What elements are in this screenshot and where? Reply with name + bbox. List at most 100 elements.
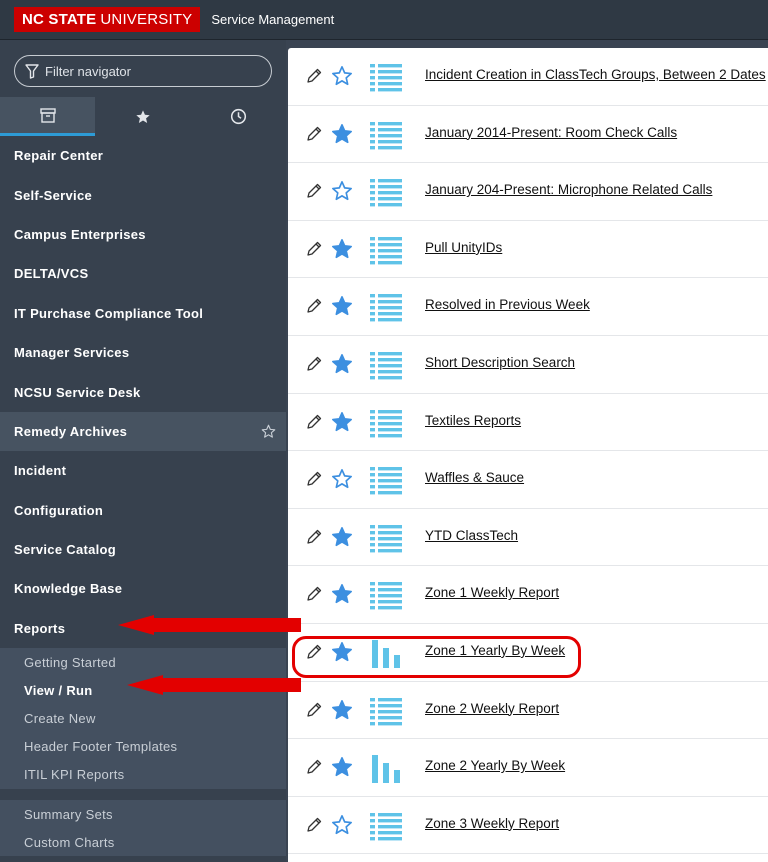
report-link[interactable]: January 204-Present: Microphone Related … [425, 182, 712, 197]
sub-item-header-footer-templates[interactable]: Header Footer Templates [0, 733, 286, 761]
nav-item-service-catalog[interactable]: Service Catalog [0, 530, 286, 569]
star-filled-icon[interactable] [331, 411, 353, 433]
logo-text: UNIVERSITY [100, 11, 193, 28]
star-filled-icon[interactable] [331, 641, 353, 663]
report-link[interactable]: January 2014-Present: Room Check Calls [425, 125, 677, 140]
nav-item-campus-enterprises[interactable]: Campus Enterprises [0, 215, 286, 254]
nav-item-delta-vcs[interactable]: DELTA/VCS [0, 254, 286, 293]
bar-chart-icon [372, 755, 400, 784]
tab-favorites[interactable] [95, 97, 190, 136]
filter-input[interactable] [45, 63, 265, 79]
nav-item-remedy-archives[interactable]: Remedy Archives [0, 411, 286, 452]
edit-pencil-icon[interactable] [306, 356, 322, 372]
sub-item-itil-kpi-reports[interactable]: ITIL KPI Reports [0, 761, 286, 789]
report-link[interactable]: Resolved in Previous Week [425, 297, 590, 312]
report-link[interactable]: Zone 2 Yearly By Week [425, 758, 565, 773]
star-outline-icon[interactable] [331, 468, 353, 490]
edit-pencil-icon[interactable] [306, 298, 322, 314]
app-title: Service Management [211, 12, 335, 27]
star-filled-icon[interactable] [331, 123, 353, 145]
star-filled-icon[interactable] [331, 583, 353, 605]
report-list-pane: Incident Creation in ClassTech Groups, B… [286, 40, 768, 862]
nav-item-label: IT Purchase Compliance Tool [14, 305, 204, 321]
filter-navigator[interactable] [14, 55, 272, 87]
report-row: Zone 2 Weekly Report [288, 682, 768, 740]
nav-item-configuration[interactable]: Configuration [0, 491, 286, 530]
star-filled-icon[interactable] [331, 526, 353, 548]
edit-pencil-icon[interactable] [306, 414, 322, 430]
nav-item-ncsu-service-desk[interactable]: NCSU Service Desk [0, 372, 286, 411]
nav-item-label: Incident [14, 463, 67, 479]
nav-item-label: Repair Center [14, 148, 104, 164]
report-link[interactable]: Pull UnityIDs [425, 240, 502, 255]
report-row: Incident Creation in ClassTech Groups, B… [288, 48, 768, 106]
nav-item-label: Self-Service [14, 187, 93, 203]
edit-pencil-icon[interactable] [306, 241, 322, 257]
report-link[interactable]: Zone 1 Yearly By Week [425, 643, 565, 658]
nc-state-logo[interactable]: NC STATE UNIVERSITY [14, 7, 201, 32]
nav-item-label: DELTA/VCS [14, 266, 89, 282]
report-row: Textiles Reports [288, 394, 768, 452]
archive-icon [39, 107, 56, 123]
logo-bold-text: NC STATE [22, 11, 97, 28]
edit-pencil-icon[interactable] [306, 126, 322, 142]
star-filled-icon[interactable] [331, 756, 353, 778]
list-report-icon [370, 236, 402, 265]
report-row: January 2014-Present: Room Check Calls [288, 106, 768, 164]
report-link[interactable]: Zone 3 Weekly Report [425, 816, 559, 831]
submenu-divider [0, 789, 286, 801]
list-report-icon [370, 409, 402, 437]
report-link[interactable]: Short Description Search [425, 355, 575, 370]
edit-pencil-icon[interactable] [306, 817, 322, 833]
nav-item-incident[interactable]: Incident [0, 451, 286, 490]
edit-pencil-icon[interactable] [306, 529, 322, 545]
edit-pencil-icon[interactable] [306, 586, 322, 602]
star-filled-icon[interactable] [331, 353, 353, 375]
report-link[interactable]: Zone 1 Weekly Report [425, 585, 559, 600]
edit-pencil-icon[interactable] [306, 702, 322, 718]
nav-item-repair-center[interactable]: Repair Center [0, 136, 286, 175]
sub-item-summary-sets[interactable]: Summary Sets [0, 800, 286, 828]
nav-item-self-service[interactable]: Self-Service [0, 175, 286, 214]
nav-item-label: Manager Services [14, 345, 130, 361]
sub-item-create-new[interactable]: Create New [0, 704, 286, 732]
nav-item-reports[interactable]: Reports [0, 609, 286, 648]
report-row: YTD ClassTech [288, 509, 768, 567]
report-link[interactable]: YTD ClassTech [425, 528, 518, 543]
star-outline-icon[interactable] [331, 180, 353, 202]
nav-item-label: Configuration [14, 502, 104, 518]
report-link[interactable]: Textiles Reports [425, 413, 521, 428]
star-outline-icon[interactable] [261, 424, 276, 439]
sub-item-view-run[interactable]: View / Run [0, 676, 286, 704]
star-filled-icon[interactable] [331, 238, 353, 260]
edit-pencil-icon[interactable] [306, 759, 322, 775]
nav-item-label: NCSU Service Desk [14, 384, 141, 400]
nav-item-it-purchase-compliance[interactable]: IT Purchase Compliance Tool [0, 294, 286, 333]
edit-pencil-icon[interactable] [306, 644, 322, 660]
edit-pencil-icon[interactable] [306, 68, 322, 84]
navigator-tabs [0, 97, 286, 136]
report-link[interactable]: Incident Creation in ClassTech Groups, B… [425, 67, 766, 82]
star-filled-icon[interactable] [331, 295, 353, 317]
tab-history[interactable] [191, 97, 286, 136]
sidebar: Repair Center Self-Service Campus Enterp… [0, 40, 286, 862]
report-row: January 204-Present: Microphone Related … [288, 163, 768, 221]
report-link[interactable]: Zone 2 Weekly Report [425, 701, 559, 716]
edit-pencil-icon[interactable] [306, 471, 322, 487]
list-report-icon [370, 582, 402, 610]
report-link[interactable]: Waffles & Sauce [425, 470, 524, 485]
tab-all-apps[interactable] [0, 97, 96, 136]
sub-item-custom-charts[interactable]: Custom Charts [0, 828, 286, 856]
list-report-icon [370, 64, 402, 92]
nav-item-label: Reports [14, 620, 66, 636]
star-outline-icon[interactable] [331, 65, 353, 87]
list-report-icon [370, 697, 402, 725]
star-outline-icon[interactable] [331, 814, 353, 836]
nav-item-manager-services[interactable]: Manager Services [0, 333, 286, 372]
report-row: Zone 1 Yearly By Week [288, 624, 768, 682]
nav-item-knowledge-base[interactable]: Knowledge Base [0, 569, 286, 608]
star-filled-icon[interactable] [331, 699, 353, 721]
sub-item-getting-started[interactable]: Getting Started [0, 648, 286, 676]
edit-pencil-icon[interactable] [306, 183, 322, 199]
list-report-icon [370, 179, 402, 207]
